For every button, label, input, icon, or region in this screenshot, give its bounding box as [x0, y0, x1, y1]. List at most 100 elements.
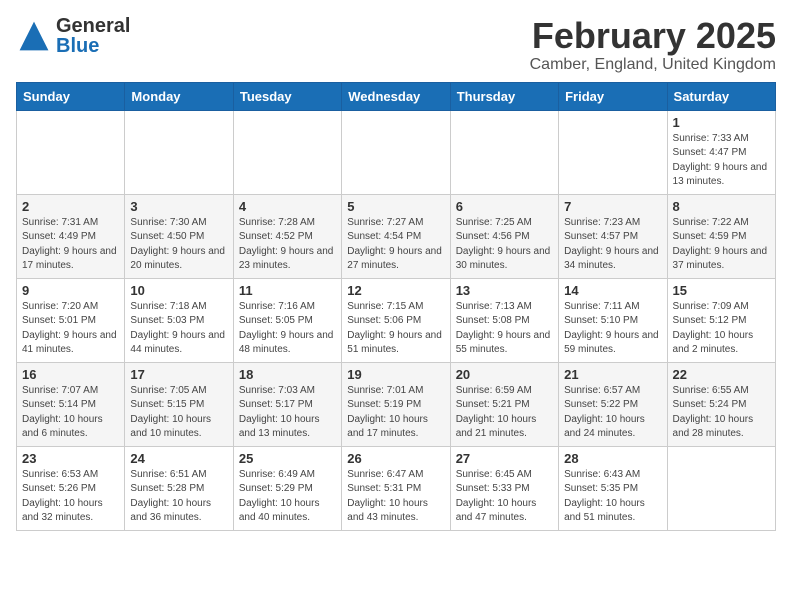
day-number: 21	[564, 367, 661, 382]
calendar-cell: 5 Sunrise: 7:27 AM Sunset: 4:54 PM Daylig…	[342, 194, 450, 278]
day-number: 19	[347, 367, 444, 382]
calendar-cell	[667, 446, 775, 530]
calendar-cell: 19Sunrise: 7:01 AM Sunset: 5:19 PM Dayli…	[342, 362, 450, 446]
day-info: Sunrise: 6:43 AM Sunset: 5:35 PM Dayligh…	[564, 468, 661, 526]
day-info: Sunrise: 7:18 AM Sunset: 5:03 PM Dayligh…	[130, 300, 227, 358]
column-header-monday: Monday	[125, 82, 233, 110]
calendar-cell: 20 Sunrise: 6:59 AM Sunset: 5:21 PM Dayli…	[450, 362, 558, 446]
calendar-cell: 25Sunrise: 6:49 AM Sunset: 5:29 PM Dayli…	[233, 446, 341, 530]
column-header-friday: Friday	[559, 82, 667, 110]
location: Camber, England, United Kingdom	[530, 56, 776, 74]
calendar-cell	[450, 110, 558, 194]
calendar-cell	[125, 110, 233, 194]
calendar-week-row: 2 Sunrise: 7:31 AM Sunset: 4:49 PM Daylig…	[17, 194, 776, 278]
day-number: 2	[22, 199, 119, 214]
calendar-cell: 13 Sunrise: 7:13 AM Sunset: 5:08 PM Dayli…	[450, 278, 558, 362]
calendar-cell	[233, 110, 341, 194]
day-number: 8	[673, 199, 770, 214]
day-number: 12	[347, 283, 444, 298]
day-info: Sunrise: 7:07 AM Sunset: 5:14 PM Dayligh…	[22, 384, 119, 442]
day-info: Sunrise: 7:33 AM Sunset: 4:47 PM Dayligh…	[673, 132, 770, 190]
calendar-cell: 17 Sunrise: 7:05 AM Sunset: 5:15 PM Dayli…	[125, 362, 233, 446]
logo: General Blue	[16, 16, 130, 56]
calendar-cell: 1 Sunrise: 7:33 AM Sunset: 4:47 PM Daylig…	[667, 110, 775, 194]
logo-blue: Blue	[56, 36, 130, 56]
day-info: Sunrise: 7:27 AM Sunset: 4:54 PM Dayligh…	[347, 216, 444, 274]
logo-text: General Blue	[56, 16, 130, 56]
calendar-cell: 8 Sunrise: 7:22 AM Sunset: 4:59 PM Daylig…	[667, 194, 775, 278]
calendar-table: SundayMondayTuesdayWednesdayThursdayFrid…	[16, 82, 776, 531]
calendar-week-row: 1 Sunrise: 7:33 AM Sunset: 4:47 PM Daylig…	[17, 110, 776, 194]
day-number: 28	[564, 451, 661, 466]
day-number: 7	[564, 199, 661, 214]
day-info: Sunrise: 7:05 AM Sunset: 5:15 PM Dayligh…	[130, 384, 227, 442]
calendar-cell: 23Sunrise: 6:53 AM Sunset: 5:26 PM Dayli…	[17, 446, 125, 530]
day-number: 9	[22, 283, 119, 298]
title-area: February 2025 Camber, England, United Ki…	[530, 16, 776, 74]
calendar-week-row: 16 Sunrise: 7:07 AM Sunset: 5:14 PM Dayli…	[17, 362, 776, 446]
day-info: Sunrise: 7:09 AM Sunset: 5:12 PM Dayligh…	[673, 300, 770, 358]
day-info: Sunrise: 7:22 AM Sunset: 4:59 PM Dayligh…	[673, 216, 770, 274]
calendar-cell: 11Sunrise: 7:16 AM Sunset: 5:05 PM Dayli…	[233, 278, 341, 362]
day-info: Sunrise: 7:13 AM Sunset: 5:08 PM Dayligh…	[456, 300, 553, 358]
day-info: Sunrise: 6:45 AM Sunset: 5:33 PM Dayligh…	[456, 468, 553, 526]
column-header-thursday: Thursday	[450, 82, 558, 110]
calendar-header-row: SundayMondayTuesdayWednesdayThursdayFrid…	[17, 82, 776, 110]
calendar-cell: 27 Sunrise: 6:45 AM Sunset: 5:33 PM Dayli…	[450, 446, 558, 530]
calendar-week-row: 23Sunrise: 6:53 AM Sunset: 5:26 PM Dayli…	[17, 446, 776, 530]
calendar-cell: 18 Sunrise: 7:03 AM Sunset: 5:17 PM Dayli…	[233, 362, 341, 446]
calendar-cell: 16 Sunrise: 7:07 AM Sunset: 5:14 PM Dayli…	[17, 362, 125, 446]
calendar-cell: 6 Sunrise: 7:25 AM Sunset: 4:56 PM Daylig…	[450, 194, 558, 278]
day-info: Sunrise: 7:20 AM Sunset: 5:01 PM Dayligh…	[22, 300, 119, 358]
calendar-cell: 10 Sunrise: 7:18 AM Sunset: 5:03 PM Dayli…	[125, 278, 233, 362]
day-info: Sunrise: 6:57 AM Sunset: 5:22 PM Dayligh…	[564, 384, 661, 442]
calendar-cell: 21 Sunrise: 6:57 AM Sunset: 5:22 PM Dayli…	[559, 362, 667, 446]
day-info: Sunrise: 6:55 AM Sunset: 5:24 PM Dayligh…	[673, 384, 770, 442]
day-number: 23	[22, 451, 119, 466]
day-info: Sunrise: 7:16 AM Sunset: 5:05 PM Dayligh…	[239, 300, 336, 358]
day-info: Sunrise: 6:59 AM Sunset: 5:21 PM Dayligh…	[456, 384, 553, 442]
day-info: Sunrise: 7:25 AM Sunset: 4:56 PM Dayligh…	[456, 216, 553, 274]
day-number: 16	[22, 367, 119, 382]
day-number: 20	[456, 367, 553, 382]
column-header-wednesday: Wednesday	[342, 82, 450, 110]
logo-icon	[16, 18, 52, 54]
calendar-cell	[559, 110, 667, 194]
column-header-saturday: Saturday	[667, 82, 775, 110]
calendar-cell: 24Sunrise: 6:51 AM Sunset: 5:28 PM Dayli…	[125, 446, 233, 530]
calendar-cell: 22 Sunrise: 6:55 AM Sunset: 5:24 PM Dayli…	[667, 362, 775, 446]
calendar-cell	[342, 110, 450, 194]
day-info: Sunrise: 7:11 AM Sunset: 5:10 PM Dayligh…	[564, 300, 661, 358]
calendar-cell	[17, 110, 125, 194]
day-number: 27	[456, 451, 553, 466]
day-number: 10	[130, 283, 227, 298]
column-header-tuesday: Tuesday	[233, 82, 341, 110]
day-number: 4	[239, 199, 336, 214]
day-number: 17	[130, 367, 227, 382]
day-info: Sunrise: 6:47 AM Sunset: 5:31 PM Dayligh…	[347, 468, 444, 526]
calendar-cell: 2 Sunrise: 7:31 AM Sunset: 4:49 PM Daylig…	[17, 194, 125, 278]
day-info: Sunrise: 7:31 AM Sunset: 4:49 PM Dayligh…	[22, 216, 119, 274]
logo-general: General	[56, 16, 130, 36]
day-number: 14	[564, 283, 661, 298]
day-number: 26	[347, 451, 444, 466]
day-number: 6	[456, 199, 553, 214]
calendar-week-row: 9 Sunrise: 7:20 AM Sunset: 5:01 PM Daylig…	[17, 278, 776, 362]
day-number: 15	[673, 283, 770, 298]
page-header: General Blue February 2025 Camber, Engla…	[16, 16, 776, 74]
calendar-cell: 9 Sunrise: 7:20 AM Sunset: 5:01 PM Daylig…	[17, 278, 125, 362]
calendar-cell: 7Sunrise: 7:23 AM Sunset: 4:57 PM Daylig…	[559, 194, 667, 278]
day-info: Sunrise: 7:30 AM Sunset: 4:50 PM Dayligh…	[130, 216, 227, 274]
day-number: 13	[456, 283, 553, 298]
calendar-cell: 3Sunrise: 7:30 AM Sunset: 4:50 PM Daylig…	[125, 194, 233, 278]
day-number: 18	[239, 367, 336, 382]
day-number: 22	[673, 367, 770, 382]
calendar-cell: 15 Sunrise: 7:09 AM Sunset: 5:12 PM Dayli…	[667, 278, 775, 362]
day-number: 1	[673, 115, 770, 130]
month-title: February 2025	[530, 16, 776, 56]
day-number: 24	[130, 451, 227, 466]
day-info: Sunrise: 7:03 AM Sunset: 5:17 PM Dayligh…	[239, 384, 336, 442]
day-info: Sunrise: 6:49 AM Sunset: 5:29 PM Dayligh…	[239, 468, 336, 526]
day-number: 5	[347, 199, 444, 214]
column-header-sunday: Sunday	[17, 82, 125, 110]
